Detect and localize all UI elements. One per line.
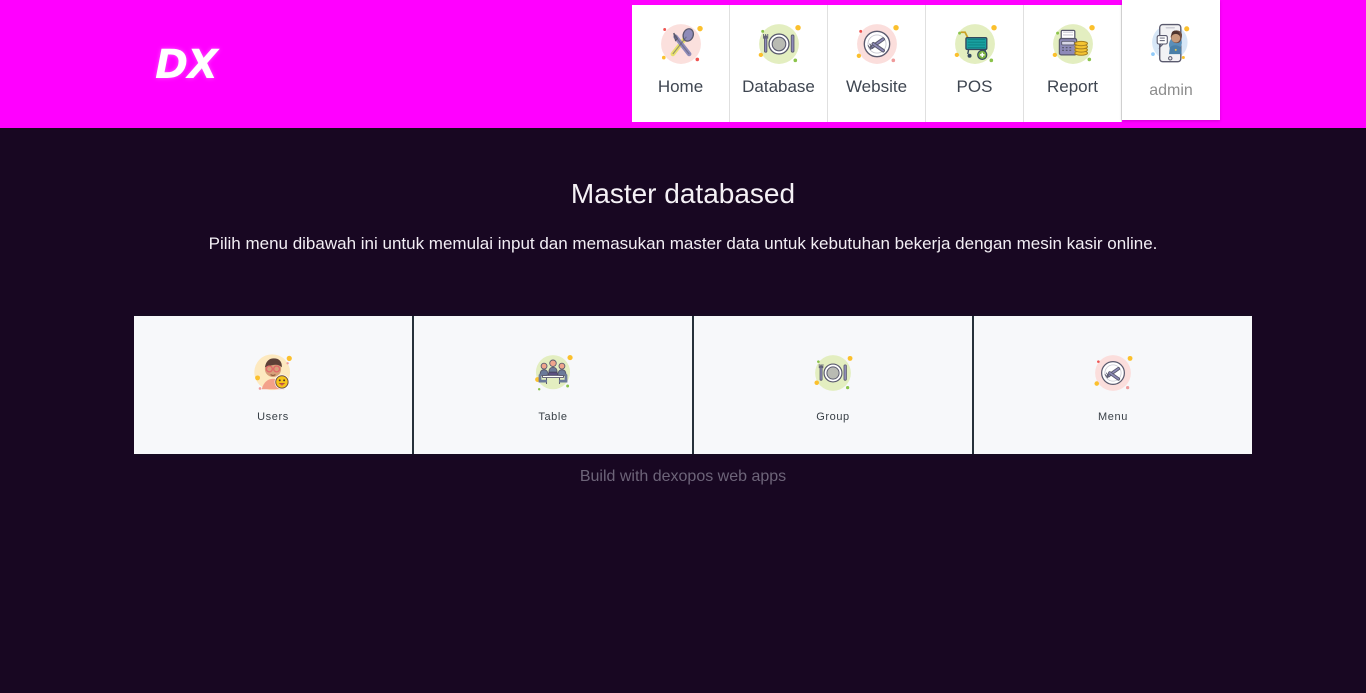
plate-utensils-pink-icon bbox=[848, 15, 906, 73]
nav-item-home[interactable]: Home bbox=[632, 5, 730, 122]
nav-item-pos[interactable]: POS bbox=[926, 5, 1024, 122]
card-label-menu: Menu bbox=[1098, 411, 1128, 423]
nav-item-database[interactable]: Database bbox=[730, 5, 828, 122]
user-avatar-emoji-icon bbox=[247, 347, 299, 399]
app-logo[interactable]: DX bbox=[155, 42, 218, 88]
footer-text: Build with dexopos web apps bbox=[579, 468, 787, 485]
page-subtitle: Pilih menu dibawah ini untuk memulai inp… bbox=[208, 234, 1158, 253]
master-data-card-row: Users Table Group Menu bbox=[134, 314, 1252, 456]
nav-item-admin[interactable]: admin bbox=[1122, 0, 1220, 120]
plate-setting-icon bbox=[807, 347, 859, 399]
page-title: Master databased bbox=[570, 178, 796, 209]
card-menu[interactable]: Menu bbox=[974, 316, 1252, 454]
main-navigation: Home Database Website POS Report admin bbox=[632, 0, 1220, 122]
user-phone-icon bbox=[1142, 17, 1200, 75]
nav-label-database: Database bbox=[742, 77, 815, 96]
nav-label-home: Home bbox=[657, 77, 704, 96]
card-group[interactable]: Group bbox=[694, 316, 974, 454]
card-label-group: Group bbox=[816, 411, 850, 423]
app-header: DX Home Database Website POS Report admi… bbox=[0, 0, 1366, 128]
card-users[interactable]: Users bbox=[134, 316, 414, 454]
meeting-table-icon bbox=[527, 347, 579, 399]
nav-item-report[interactable]: Report bbox=[1024, 5, 1122, 122]
cash-register-icon bbox=[1044, 15, 1102, 73]
card-label-users: Users bbox=[257, 411, 289, 423]
cutlery-crossed-icon bbox=[652, 15, 710, 73]
shopping-cart-icon bbox=[946, 15, 1004, 73]
plate-utensils-pink-icon bbox=[1087, 347, 1139, 399]
nav-item-website[interactable]: Website bbox=[828, 5, 926, 122]
plate-setting-icon bbox=[750, 15, 808, 73]
nav-label-website: Website bbox=[845, 77, 908, 96]
card-label-table: Table bbox=[538, 411, 568, 423]
card-table[interactable]: Table bbox=[414, 316, 694, 454]
nav-label-admin: admin bbox=[1149, 82, 1193, 99]
nav-label-pos: POS bbox=[956, 77, 993, 96]
nav-label-report: Report bbox=[1046, 77, 1099, 96]
